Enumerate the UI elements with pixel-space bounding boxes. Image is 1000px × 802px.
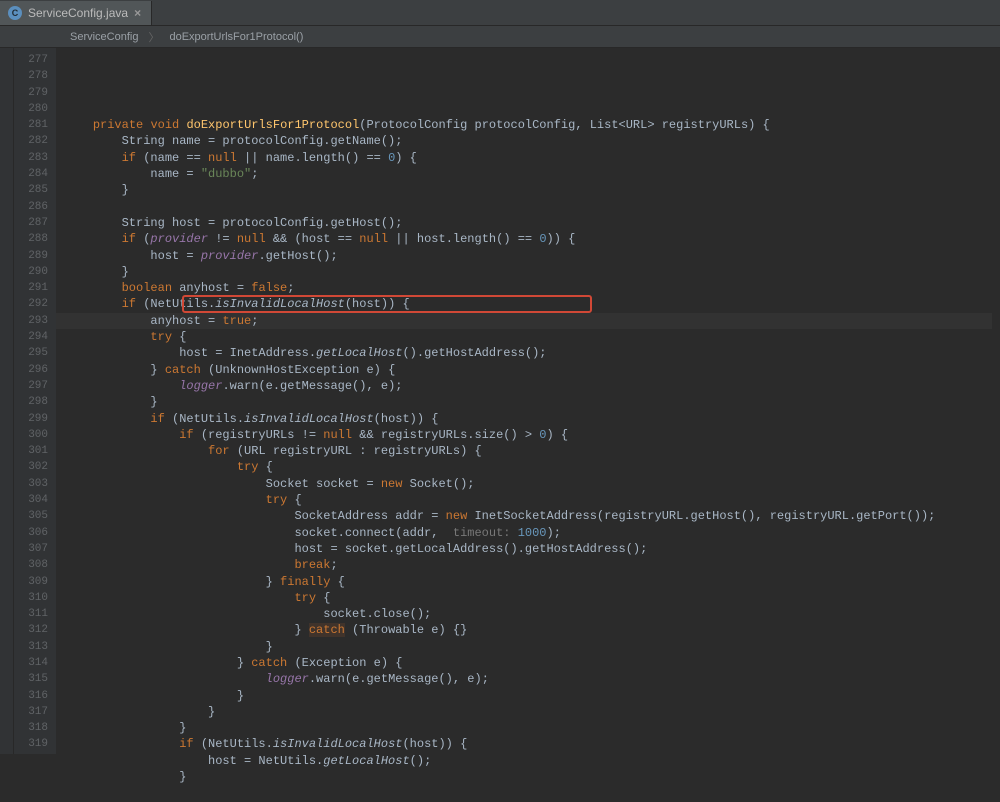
line-number: 312 <box>14 622 48 638</box>
line-number: 303 <box>14 476 48 492</box>
line-number: 299 <box>14 411 48 427</box>
line-number: 298 <box>14 394 48 410</box>
code-line[interactable]: try { <box>64 329 1000 345</box>
code-line[interactable]: host = NetUtils.getLocalHost(); <box>64 753 1000 769</box>
code-line[interactable]: } <box>64 639 1000 655</box>
code-line[interactable]: try { <box>64 590 1000 606</box>
line-number: 289 <box>14 248 48 264</box>
line-number: 284 <box>14 166 48 182</box>
code-line[interactable]: if (NetUtils.isInvalidLocalHost(host)) { <box>64 296 1000 312</box>
code-line[interactable]: if (provider != null && (host == null ||… <box>64 231 1000 247</box>
line-number: 317 <box>14 704 48 720</box>
code-line[interactable]: String host = protocolConfig.getHost(); <box>64 215 1000 231</box>
code-line[interactable]: host = socket.getLocalAddress().getHostA… <box>64 541 1000 557</box>
code-line[interactable]: boolean anyhost = false; <box>64 280 1000 296</box>
class-icon: C <box>8 6 22 20</box>
line-number: 279 <box>14 85 48 101</box>
code-line[interactable]: name = "dubbo"; <box>64 166 1000 182</box>
line-number: 306 <box>14 525 48 541</box>
line-number: 307 <box>14 541 48 557</box>
line-number: 302 <box>14 459 48 475</box>
code-line[interactable]: } <box>64 720 1000 736</box>
code-line[interactable]: } <box>64 769 1000 785</box>
marker-bar <box>0 48 14 754</box>
breadcrumb-class[interactable]: ServiceConfig <box>70 31 138 43</box>
code-line[interactable]: } <box>64 704 1000 720</box>
line-number: 294 <box>14 329 48 345</box>
line-number: 286 <box>14 199 48 215</box>
tab-filename: ServiceConfig.java <box>28 6 128 20</box>
code-line[interactable]: anyhost = true; <box>56 313 992 329</box>
code-line[interactable]: } finally { <box>64 574 1000 590</box>
code-line[interactable]: if (registryURLs != null && registryURLs… <box>64 427 1000 443</box>
code-line[interactable]: host = provider.getHost(); <box>64 248 1000 264</box>
code-line[interactable]: private void doExportUrlsFor1Protocol(Pr… <box>64 117 1000 133</box>
line-number: 313 <box>14 639 48 655</box>
breadcrumb: ServiceConfig 〉 doExportUrlsFor1Protocol… <box>0 26 1000 48</box>
code-line[interactable]: socket.close(); <box>64 606 1000 622</box>
code-line[interactable]: String name = protocolConfig.getName(); <box>64 133 1000 149</box>
code-line[interactable]: } <box>64 182 1000 198</box>
code-line[interactable]: } catch (UnknownHostException e) { <box>64 362 1000 378</box>
code-line[interactable] <box>64 785 1000 801</box>
line-number: 301 <box>14 443 48 459</box>
editor: 2772782792802812822832842852862872882892… <box>0 48 1000 754</box>
line-number: 304 <box>14 492 48 508</box>
code-line[interactable]: try { <box>64 492 1000 508</box>
code-line[interactable]: } <box>64 394 1000 410</box>
code-line[interactable]: if (NetUtils.isInvalidLocalHost(host)) { <box>64 736 1000 752</box>
code-line[interactable]: } <box>64 264 1000 280</box>
code-line[interactable]: } catch (Throwable e) {} <box>64 622 1000 638</box>
line-number: 293 <box>14 313 48 329</box>
line-number: 282 <box>14 133 48 149</box>
code-line[interactable]: for (URL registryURL : registryURLs) { <box>64 443 1000 459</box>
code-line[interactable]: logger.warn(e.getMessage(), e); <box>64 378 1000 394</box>
tab-bar: C ServiceConfig.java × <box>0 0 1000 26</box>
line-number: 305 <box>14 508 48 524</box>
line-number: 287 <box>14 215 48 231</box>
code-line[interactable]: SocketAddress addr = new InetSocketAddre… <box>64 508 1000 524</box>
code-line[interactable] <box>64 199 1000 215</box>
line-number: 283 <box>14 150 48 166</box>
line-number: 316 <box>14 688 48 704</box>
code-line[interactable]: break; <box>64 557 1000 573</box>
line-number: 309 <box>14 574 48 590</box>
line-number: 278 <box>14 68 48 84</box>
code-line[interactable]: if (NetUtils.isInvalidLocalHost(host)) { <box>64 411 1000 427</box>
line-number: 295 <box>14 345 48 361</box>
code-line[interactable]: if (name == null || name.length() == 0) … <box>64 150 1000 166</box>
line-number: 285 <box>14 182 48 198</box>
line-number-gutter: 2772782792802812822832842852862872882892… <box>14 48 56 754</box>
line-number: 319 <box>14 736 48 752</box>
code-line[interactable]: socket.connect(addr, timeout: 1000); <box>64 525 1000 541</box>
code-area[interactable]: private void doExportUrlsFor1Protocol(Pr… <box>56 48 1000 754</box>
line-number: 277 <box>14 52 48 68</box>
line-number: 288 <box>14 231 48 247</box>
code-line[interactable]: Socket socket = new Socket(); <box>64 476 1000 492</box>
line-number: 291 <box>14 280 48 296</box>
line-number: 292 <box>14 296 48 312</box>
line-number: 290 <box>14 264 48 280</box>
code-line[interactable]: logger.warn(e.getMessage(), e); <box>64 671 1000 687</box>
line-number: 296 <box>14 362 48 378</box>
code-line[interactable]: } <box>64 688 1000 704</box>
code-line[interactable] <box>64 101 1000 117</box>
line-number: 315 <box>14 671 48 687</box>
line-number: 300 <box>14 427 48 443</box>
code-line[interactable]: host = InetAddress.getLocalHost().getHos… <box>64 345 1000 361</box>
line-number: 318 <box>14 720 48 736</box>
editor-tab[interactable]: C ServiceConfig.java × <box>0 1 152 25</box>
breadcrumb-method[interactable]: doExportUrlsFor1Protocol() <box>169 31 303 43</box>
line-number: 314 <box>14 655 48 671</box>
line-number: 311 <box>14 606 48 622</box>
code-line[interactable]: } catch (Exception e) { <box>64 655 1000 671</box>
line-number: 308 <box>14 557 48 573</box>
line-number: 281 <box>14 117 48 133</box>
line-number: 310 <box>14 590 48 606</box>
code-line[interactable]: try { <box>64 459 1000 475</box>
chevron-right-icon: 〉 <box>148 29 159 45</box>
line-number: 280 <box>14 101 48 117</box>
close-icon[interactable]: × <box>134 6 141 20</box>
line-number: 297 <box>14 378 48 394</box>
